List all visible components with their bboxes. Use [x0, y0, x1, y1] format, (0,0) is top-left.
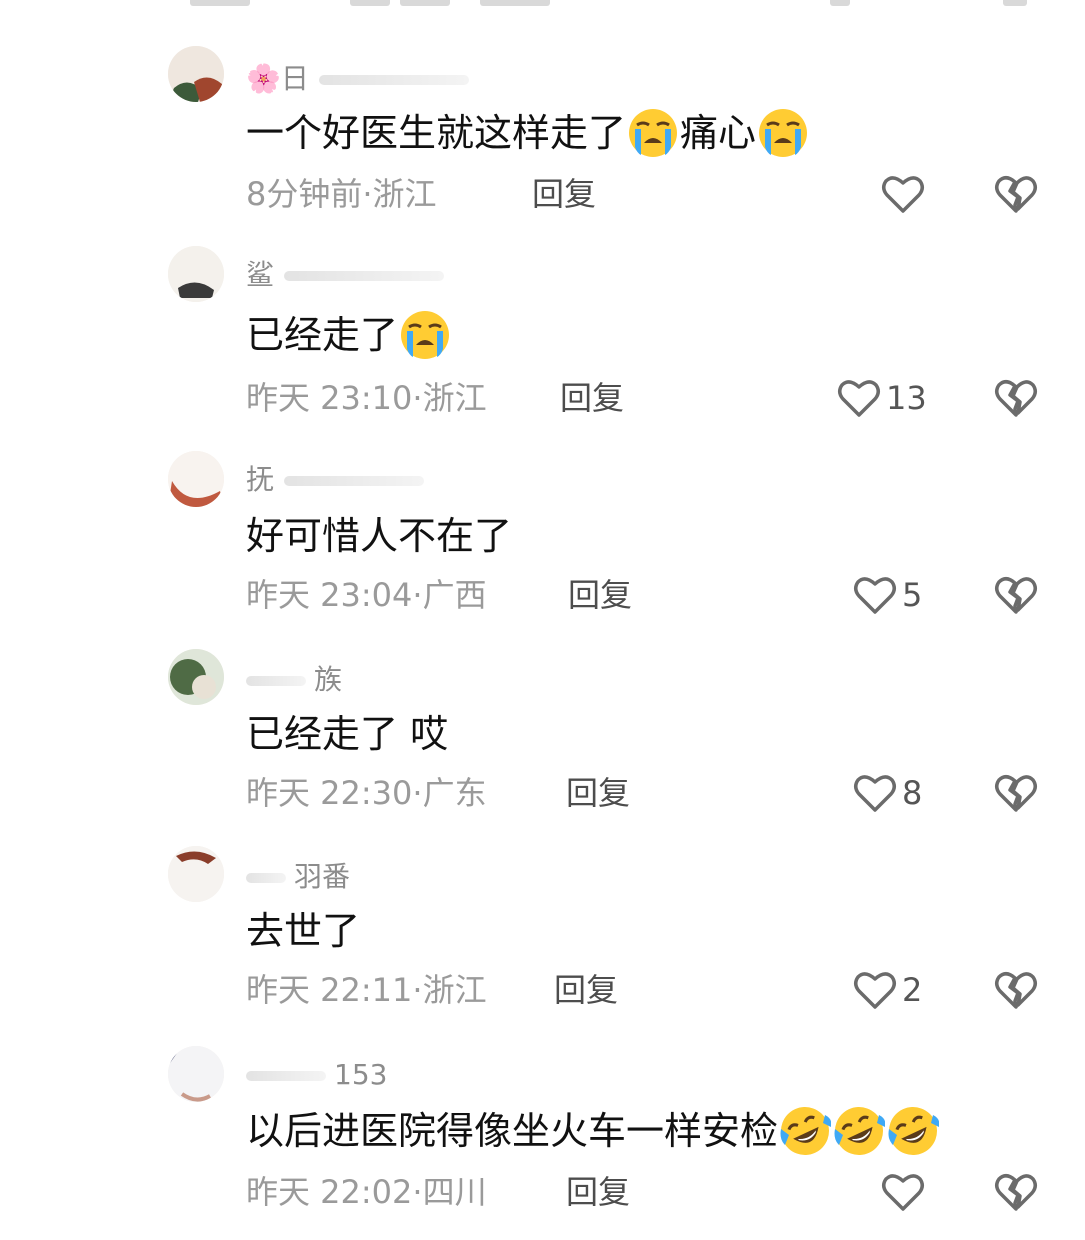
username[interactable]: 🌸日	[246, 60, 469, 98]
region: 广东	[422, 774, 487, 812]
username[interactable]: 153	[246, 1056, 387, 1094]
reply-button[interactable]: 回复	[568, 573, 632, 617]
dislike-button[interactable]	[993, 171, 1039, 217]
like-button[interactable]: 5	[852, 571, 922, 619]
region: 广西	[422, 576, 487, 614]
username-text: 153	[334, 1058, 388, 1091]
username[interactable]: 鲨	[246, 256, 445, 294]
comment-meta: 昨天 23:10·浙江	[246, 379, 487, 417]
region: 四川	[422, 1173, 487, 1211]
loudly-crying-face-icon	[629, 108, 678, 157]
comment-meta: 昨天 22:11·浙江	[246, 971, 487, 1009]
rolling-on-floor-laughing-icon	[888, 1106, 940, 1155]
username[interactable]: 抚	[246, 461, 425, 499]
username[interactable]: 羽番	[246, 858, 350, 896]
broken-heart-icon	[995, 972, 1037, 1009]
timestamp: 昨天 22:02	[246, 1173, 413, 1211]
reply-button[interactable]: 回复	[554, 968, 618, 1012]
comment-text: 已经走了	[246, 310, 452, 360]
region: 浙江	[422, 971, 487, 1009]
timestamp: 8分钟前	[246, 175, 363, 213]
comment-meta: 昨天 22:02·四川	[246, 1173, 487, 1211]
broken-heart-icon	[995, 380, 1037, 417]
reply-button[interactable]: 回复	[532, 172, 596, 216]
timestamp: 昨天 23:10	[246, 379, 413, 417]
region: 浙江	[372, 175, 437, 213]
dislike-button[interactable]	[993, 967, 1039, 1013]
region: 浙江	[422, 379, 487, 417]
heart-outline-icon	[854, 577, 896, 614]
timestamp: 昨天 22:30	[246, 774, 413, 812]
heart-outline-icon	[854, 775, 896, 812]
comment-meta: 昨天 22:30·广东	[246, 774, 487, 812]
avatar[interactable]	[168, 846, 224, 902]
timestamp: 昨天 23:04	[246, 576, 413, 614]
comment-text: 一个好医生就这样走了 痛心	[246, 108, 810, 158]
avatar[interactable]	[168, 46, 224, 102]
like-count: 5	[902, 576, 923, 614]
dislike-button[interactable]	[993, 1169, 1039, 1215]
username-text: 抚	[246, 463, 275, 496]
reply-button[interactable]: 回复	[566, 771, 630, 815]
comment-text: 以后进医院得像坐火车一样安检	[246, 1106, 940, 1156]
broken-heart-icon	[995, 176, 1037, 213]
like-button[interactable]: 8	[852, 769, 922, 817]
like-button[interactable]	[880, 1168, 930, 1216]
heart-outline-icon	[838, 380, 880, 417]
comment-text: 好可惜人不在了	[246, 514, 513, 558]
comment-text: 已经走了 哎	[246, 712, 449, 756]
broken-heart-icon	[995, 1174, 1037, 1211]
comment-meta: 昨天 23:04·广西	[246, 576, 487, 614]
dislike-button[interactable]	[993, 375, 1039, 421]
broken-heart-icon	[995, 775, 1037, 812]
reply-button[interactable]: 回复	[560, 376, 624, 420]
reply-button[interactable]: 回复	[566, 1170, 630, 1214]
loudly-crying-face-icon	[759, 108, 808, 157]
username-text: 族	[314, 663, 343, 696]
avatar[interactable]	[168, 451, 224, 507]
rolling-on-floor-laughing-icon	[834, 1106, 886, 1155]
avatar[interactable]	[168, 1046, 224, 1102]
like-count: 8	[902, 774, 923, 812]
comment-meta: 8分钟前·浙江	[246, 175, 437, 213]
avatar[interactable]	[168, 246, 224, 302]
username-text: 羽番	[294, 860, 351, 893]
broken-heart-icon	[995, 577, 1037, 614]
username-text: 鲨	[246, 258, 275, 291]
avatar[interactable]	[168, 649, 224, 705]
heart-outline-icon	[882, 176, 924, 213]
heart-outline-icon	[882, 1174, 924, 1211]
username-text: 🌸日	[246, 62, 309, 95]
timestamp: 昨天 22:11	[246, 971, 413, 1009]
rolling-on-floor-laughing-icon	[780, 1106, 832, 1155]
previous-comment-fragment	[0, 0, 1085, 14]
like-count: 13	[886, 379, 927, 417]
like-count: 2	[902, 971, 923, 1009]
heart-outline-icon	[854, 972, 896, 1009]
comment-text: 去世了	[246, 909, 361, 953]
dislike-button[interactable]	[993, 572, 1039, 618]
like-button[interactable]: 2	[852, 966, 922, 1014]
loudly-crying-face-icon	[401, 310, 450, 359]
dislike-button[interactable]	[993, 770, 1039, 816]
username[interactable]: 族	[246, 661, 342, 699]
like-button[interactable]: 13	[836, 374, 927, 422]
like-button[interactable]	[880, 170, 930, 218]
